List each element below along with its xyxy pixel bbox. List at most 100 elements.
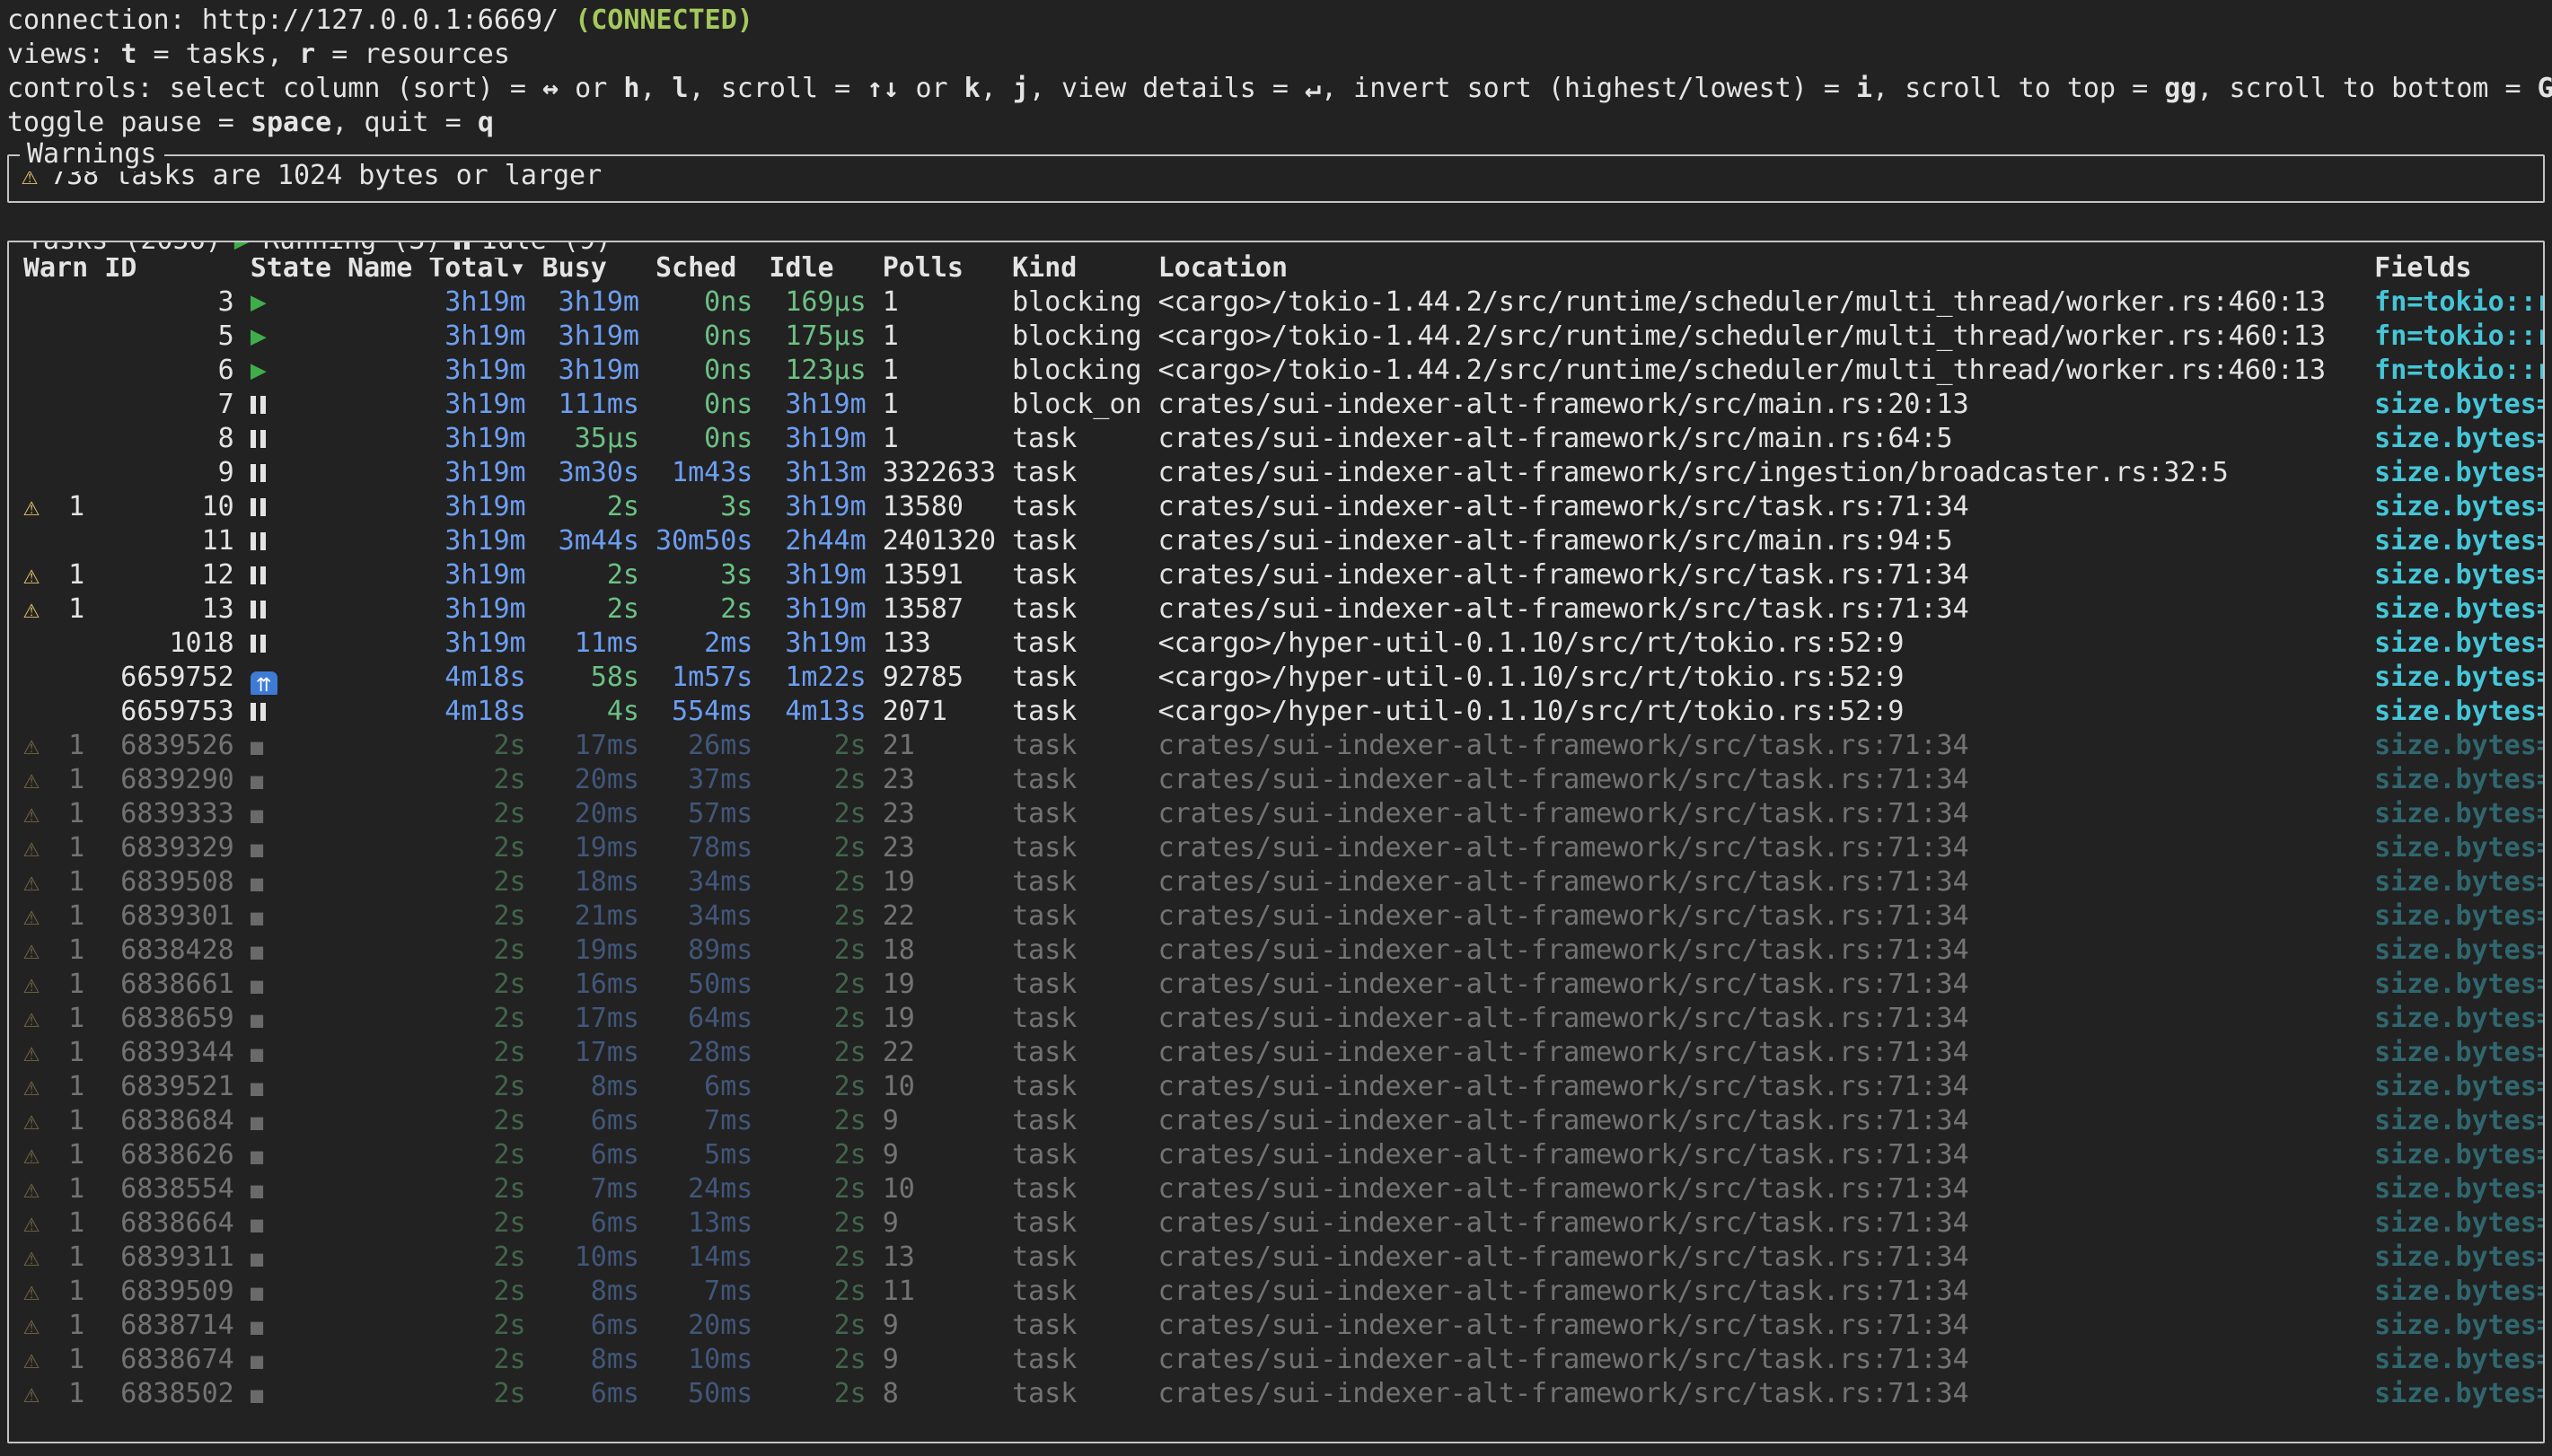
- cell-warn: ⚠ 1: [23, 1172, 88, 1206]
- paused-icon: [251, 388, 266, 422]
- cell-location: crates/sui-indexer-alt-framework/src/tas…: [1158, 968, 2359, 1002]
- task-row[interactable]: 73h19m111ms0ns3h19m1block_oncrates/sui-i…: [9, 388, 2543, 422]
- task-row[interactable]: ⚠ 16838674■2s8ms10ms2s9taskcrates/sui-in…: [9, 1343, 2543, 1377]
- warning-icon: ⚠: [23, 900, 40, 932]
- cell-state: [251, 695, 331, 729]
- task-row[interactable]: 113h19m3m44s30m50s2h44m2401320taskcrates…: [9, 524, 2543, 558]
- cell-fields: size.bytes=: [2374, 592, 2543, 627]
- cell-total: 2s: [428, 1343, 525, 1377]
- cell-kind: blocking: [1012, 320, 1141, 354]
- cell-location: crates/sui-indexer-alt-framework/src/tas…: [1158, 490, 2359, 524]
- paused-icon: [251, 592, 266, 627]
- cell-warn: [23, 285, 88, 320]
- cell-kind: task: [1012, 524, 1141, 558]
- cell-warn: ⚠ 1: [23, 968, 88, 1002]
- task-row[interactable]: 5▶3h19m3h19m0ns175µs1blocking<cargo>/tok…: [9, 320, 2543, 354]
- column-header-polls[interactable]: Polls: [883, 251, 996, 285]
- cell-fields: size.bytes=: [2374, 558, 2543, 592]
- cell-idle: 175µs: [769, 320, 866, 354]
- cell-warn: ⚠ 1: [23, 831, 88, 865]
- cell-sched: 0ns: [656, 285, 752, 320]
- cell-name: [348, 1309, 412, 1343]
- cell-state: ■: [251, 1206, 331, 1241]
- task-row[interactable]: ⚠ 16839344■2s17ms28ms2s22taskcrates/sui-…: [9, 1036, 2543, 1070]
- cell-warn: ⚠ 1: [23, 1241, 88, 1275]
- cell-polls: 2401320: [883, 524, 996, 558]
- task-row[interactable]: ⚠ 1133h19m2s2s3h19m13587taskcrates/sui-i…: [9, 592, 2543, 627]
- warning-icon: ⚠: [23, 1207, 40, 1239]
- task-row[interactable]: ⚠ 16838428■2s19ms89ms2s18taskcrates/sui-…: [9, 934, 2543, 968]
- cell-total: 2s: [428, 831, 525, 865]
- task-row[interactable]: ⚠ 16838659■2s17ms64ms2s19taskcrates/sui-…: [9, 1002, 2543, 1036]
- column-header-idle[interactable]: Idle: [769, 251, 866, 285]
- cell-polls: 23: [883, 797, 996, 831]
- cell-name: [348, 422, 412, 456]
- cell-name: [348, 490, 412, 524]
- cell-location: crates/sui-indexer-alt-framework/src/tas…: [1158, 1275, 2359, 1309]
- cell-busy: 19ms: [542, 934, 639, 968]
- task-row[interactable]: ⚠ 16838502■2s6ms50ms2s8taskcrates/sui-in…: [9, 1377, 2543, 1411]
- task-row[interactable]: ⚠ 16839301■2s21ms34ms2s22taskcrates/sui-…: [9, 899, 2543, 934]
- cell-sched: 0ns: [656, 320, 752, 354]
- task-row[interactable]: ⚠ 16839508■2s18ms34ms2s19taskcrates/sui-…: [9, 865, 2543, 899]
- task-row[interactable]: ⚠ 16839509■2s8ms7ms2s11taskcrates/sui-in…: [9, 1275, 2543, 1309]
- task-row[interactable]: ⚠ 16838661■2s16ms50ms2s19taskcrates/sui-…: [9, 968, 2543, 1002]
- cell-polls: 1: [883, 285, 996, 320]
- cell-polls: 21: [883, 729, 996, 763]
- cell-kind: task: [1012, 1343, 1141, 1377]
- task-row[interactable]: ⚠ 16839333■2s20ms57ms2s23taskcrates/sui-…: [9, 797, 2543, 831]
- cell-id: 6: [104, 354, 233, 388]
- task-row[interactable]: ⚠ 16839329■2s19ms78ms2s23taskcrates/sui-…: [9, 831, 2543, 865]
- task-row[interactable]: 66597534m18s4s554ms4m13s2071task<cargo>/…: [9, 695, 2543, 729]
- cell-state: ■: [251, 729, 331, 763]
- cell-name: [348, 695, 412, 729]
- cell-kind: task: [1012, 729, 1141, 763]
- task-row[interactable]: ⚠ 16839521■2s8ms6ms2s10taskcrates/sui-in…: [9, 1070, 2543, 1104]
- task-row[interactable]: ⚠ 1103h19m2s3s3h19m13580taskcrates/sui-i…: [9, 490, 2543, 524]
- text-segment: t: [120, 39, 136, 70]
- task-row[interactable]: 93h19m3m30s1m43s3h13m3322633taskcrates/s…: [9, 456, 2543, 490]
- task-row[interactable]: ⚠ 16838684■2s6ms7ms2s9taskcrates/sui-ind…: [9, 1104, 2543, 1138]
- column-header-kind[interactable]: Kind: [1012, 251, 1141, 285]
- cell-state: ■: [251, 1309, 331, 1343]
- cell-busy: 2s: [542, 490, 639, 524]
- task-row[interactable]: 6▶3h19m3h19m0ns123µs1blocking<cargo>/tok…: [9, 354, 2543, 388]
- cell-sched: 3s: [656, 490, 752, 524]
- cell-location: crates/sui-indexer-alt-framework/src/tas…: [1158, 1172, 2359, 1206]
- cell-state: ■: [251, 1002, 331, 1036]
- cell-id: 6839521: [104, 1070, 233, 1104]
- cell-warn: ⚠ 1: [23, 490, 88, 524]
- cell-idle: 2s: [769, 1377, 866, 1411]
- cell-busy: 17ms: [542, 1036, 639, 1070]
- cell-location: <cargo>/hyper-util-0.1.10/src/rt/tokio.r…: [1158, 661, 2359, 695]
- cell-idle: 2s: [769, 1036, 866, 1070]
- task-row[interactable]: 6659752⇈4m18s58s1m57s1m22s92785task<carg…: [9, 661, 2543, 695]
- cell-busy: 6ms: [542, 1138, 639, 1172]
- cell-warn: [23, 524, 88, 558]
- cell-name: [348, 934, 412, 968]
- task-row[interactable]: ⚠ 16838554■2s7ms24ms2s10taskcrates/sui-i…: [9, 1172, 2543, 1206]
- task-row[interactable]: ⚠ 16839290■2s20ms37ms2s23taskcrates/sui-…: [9, 763, 2543, 797]
- task-row[interactable]: ⚠ 16838714■2s6ms20ms2s9taskcrates/sui-in…: [9, 1309, 2543, 1343]
- cell-busy: 8ms: [542, 1275, 639, 1309]
- column-header-fields[interactable]: Fields: [2374, 251, 2543, 285]
- task-row[interactable]: 83h19m35µs0ns3h19m1taskcrates/sui-indexe…: [9, 422, 2543, 456]
- cell-total: 3h19m: [428, 285, 525, 320]
- column-header-loc[interactable]: Location: [1158, 251, 2359, 285]
- cell-sched: 10ms: [656, 1343, 752, 1377]
- task-row[interactable]: ⚠ 1123h19m2s3s3h19m13591taskcrates/sui-i…: [9, 558, 2543, 592]
- completed-icon: ■: [251, 939, 263, 964]
- task-row[interactable]: ⚠ 16839526■2s17ms26ms2s21taskcrates/sui-…: [9, 729, 2543, 763]
- task-row[interactable]: 3▶3h19m3h19m0ns169µs1blocking<cargo>/tok…: [9, 285, 2543, 320]
- text-segment: i: [1856, 73, 1872, 104]
- task-row[interactable]: 10183h19m11ms2ms3h19m133task<cargo>/hype…: [9, 627, 2543, 661]
- task-row[interactable]: ⚠ 16839311■2s10ms14ms2s13taskcrates/sui-…: [9, 1241, 2543, 1275]
- warning-icon: ⚠: [23, 593, 40, 625]
- cell-busy: 6ms: [542, 1377, 639, 1411]
- cell-fields: size.bytes=: [2374, 1309, 2543, 1343]
- cell-polls: 1: [883, 320, 996, 354]
- task-row[interactable]: ⚠ 16838626■2s6ms5ms2s9taskcrates/sui-ind…: [9, 1138, 2543, 1172]
- column-header-sched[interactable]: Sched: [656, 251, 752, 285]
- cell-busy: 58s: [542, 661, 639, 695]
- task-row[interactable]: ⚠ 16838664■2s6ms13ms2s9taskcrates/sui-in…: [9, 1206, 2543, 1241]
